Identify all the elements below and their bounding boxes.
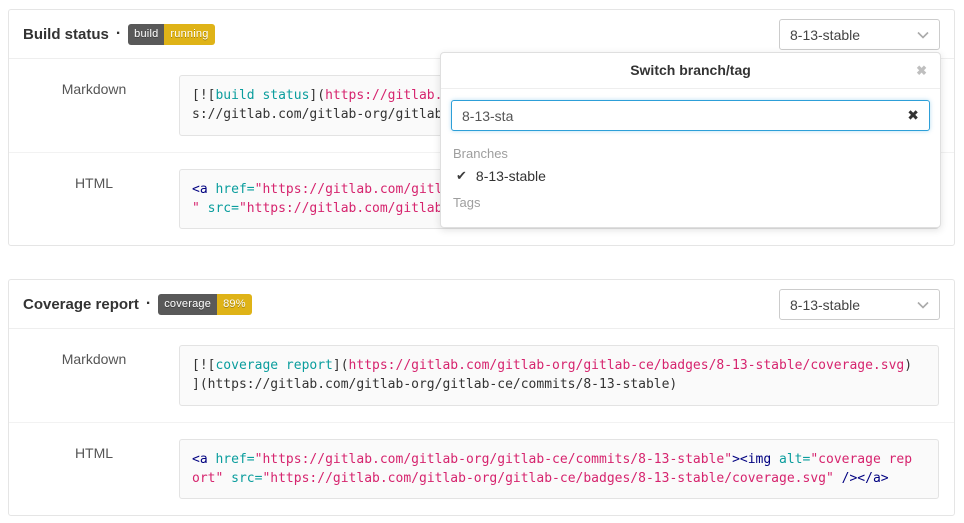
clear-icon[interactable]: ✖ [907,107,919,124]
branch-dropdown[interactable]: 8-13-stable [779,289,940,320]
html-row: HTML <a href="https://gitlab.com/gitlab-… [9,422,954,515]
branch-list: Branches ✔ 8-13-stable Tags [441,135,940,227]
html-code-block: <a href="https://gitlab.com/gitlab-org/g… [179,439,939,499]
branch-item-8-13-stable[interactable]: ✔ 8-13-stable [441,164,940,188]
title-separator: · [146,295,151,313]
coverage-badge: coverage 89% [158,294,251,315]
branch-item-label: 8-13-stable [476,168,546,184]
branches-group-label: Branches [441,139,940,164]
section-title: Build status [23,26,109,43]
row-label-markdown: Markdown [9,59,179,152]
branch-search: ✖ [451,100,930,131]
branch-dropdown-value: 8-13-stable [790,297,860,313]
markdown-code-block: [![coverage report](https://gitlab.com/g… [179,345,939,406]
markdown-row: Markdown [![coverage report](https://git… [9,329,954,422]
build-status-badge: build running [128,24,214,45]
row-label-html: HTML [9,423,179,515]
title-separator: · [116,25,121,43]
badge-label: build [128,24,164,45]
section-title: Coverage report [23,296,139,313]
branch-switcher-popup: Switch branch/tag ✖ ✖ Branches ✔ 8-13-st… [440,52,941,228]
badge-value: running [164,24,214,45]
coverage-report-header: Coverage report · coverage 89% 8-13-stab… [9,280,954,329]
popup-header: Switch branch/tag ✖ [441,53,940,89]
tags-group-label: Tags [441,188,940,213]
branch-dropdown-value: 8-13-stable [790,27,860,43]
badge-label: coverage [158,294,217,315]
row-label-markdown: Markdown [9,329,179,422]
branch-search-input[interactable] [451,100,930,131]
badges-page: Build status · build running 8-13-stable… [0,0,964,523]
row-label-html: HTML [9,153,179,245]
coverage-report-panel: Coverage report · coverage 89% 8-13-stab… [8,279,955,516]
popup-title: Switch branch/tag [630,62,751,78]
branch-dropdown[interactable]: 8-13-stable [779,19,940,50]
badge-value: 89% [217,294,252,315]
check-icon: ✔ [456,168,467,184]
close-icon[interactable]: ✖ [916,53,927,88]
chevron-down-icon [917,31,929,39]
chevron-down-icon [917,301,929,309]
